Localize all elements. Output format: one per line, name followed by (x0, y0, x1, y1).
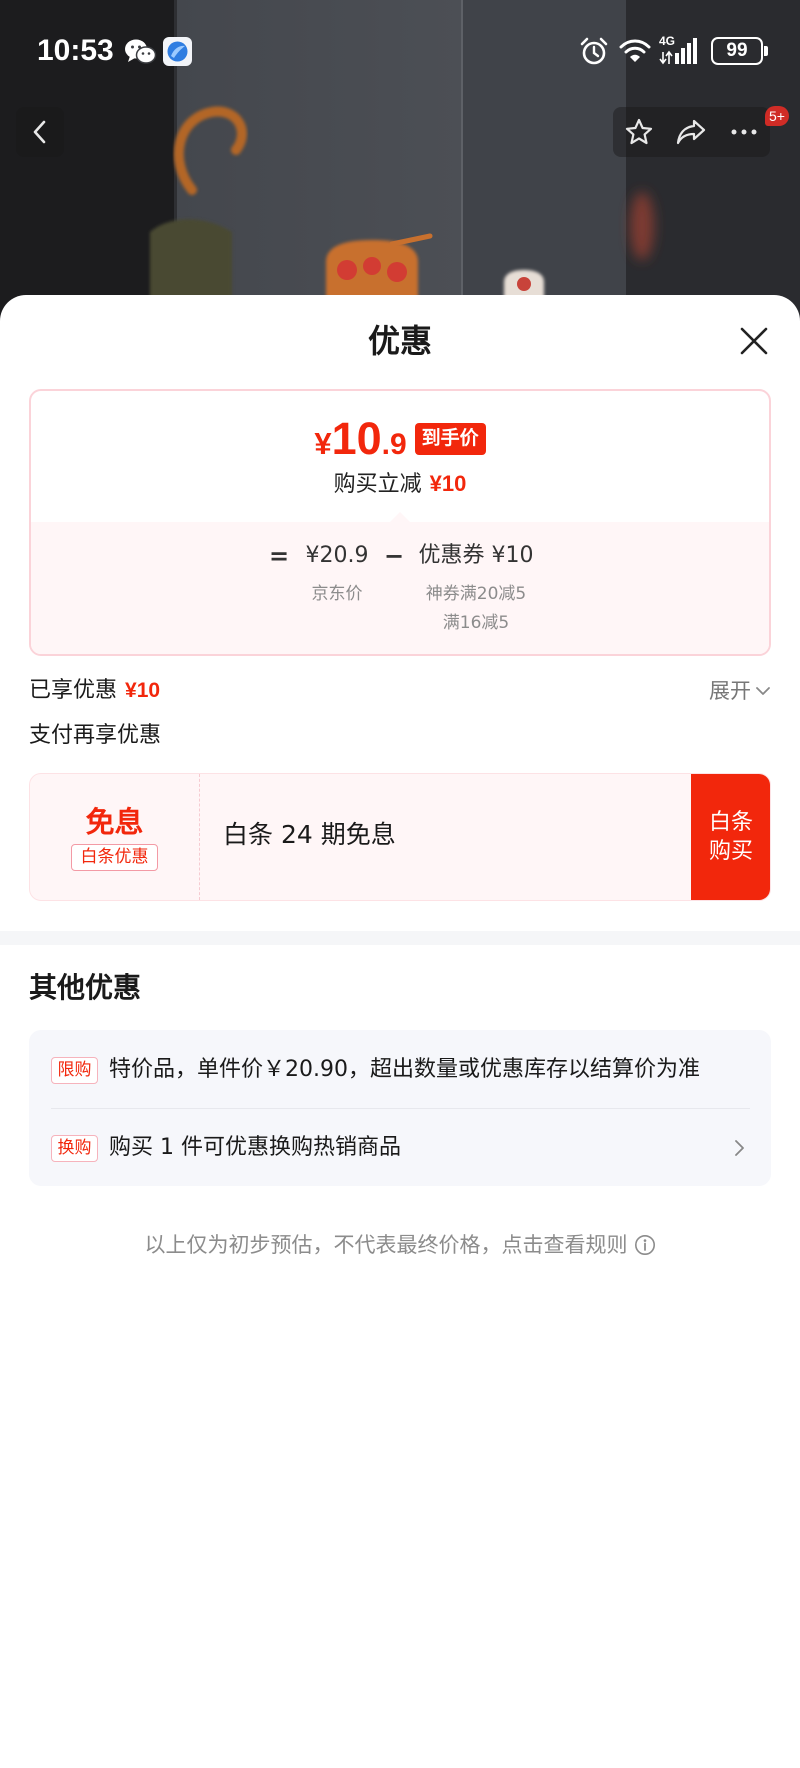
battery-icon: 99 (711, 37, 763, 65)
final-price: ¥ 10 .9 到手价 (31, 411, 769, 467)
enjoyed-discount-value: ¥10 (125, 679, 161, 702)
price-breakdown: = ¥20.9 京东价 − 优惠券 ¥10 神券满20减5 满16减5 (31, 512, 769, 654)
final-price-card: ¥ 10 .9 到手价 购买立减 ¥10 = ¥20.9 京东价 − 优惠券 ¥1… (29, 389, 771, 656)
top-action-group (613, 107, 770, 157)
coupon-rule: 神券满20减5 (425, 584, 527, 604)
offer-tag: 换购 (51, 1134, 98, 1162)
baitiao-buy-line1: 白条 (708, 810, 753, 835)
offer-text: 购买 1 件可优惠换购热销商品 (109, 1135, 401, 1160)
discount-sheet: 优惠 ¥ 10 .9 到手价 购买立减 ¥10 = ¥20.9 京东价 − 优惠… (0, 295, 800, 1768)
share-button[interactable] (665, 107, 717, 157)
enjoyed-discount-row: 已享优惠 ¥10 展开 (29, 676, 771, 706)
breakdown-notch (390, 512, 410, 522)
message-count-badge: 5+ (765, 106, 789, 126)
alarm-icon (579, 37, 609, 70)
back-button[interactable] (16, 107, 64, 157)
sheet-title: 优惠 (367, 322, 432, 360)
minus-sign: − (384, 542, 405, 570)
offer-text: 特价品，单件价￥20.90，超出数量或优惠库存以结算价为准 (109, 1057, 700, 1082)
battery-nub (764, 46, 768, 56)
expand-label: 展开 (709, 679, 751, 703)
final-price-tag: 到手价 (414, 423, 486, 455)
baitiao-divider (199, 774, 200, 900)
enjoyed-discount-label: 已享优惠 (29, 678, 118, 703)
other-offers-list: 限购 特价品，单件价￥20.90，超出数量或优惠库存以结算价为准 换购 购买 1… (29, 1030, 771, 1186)
offer-divider (51, 1108, 750, 1109)
coupon-column: 优惠券 ¥10 神券满20减5 满16减5 (406, 522, 546, 654)
other-offers-title: 其他优惠 (29, 971, 142, 1004)
baitiao-offer-card[interactable]: 免息 白条优惠 白条 24 期免息 白条 购买 (29, 773, 771, 901)
status-bar: 10:53 4G 99 (0, 0, 800, 100)
coupon-rule: 满16减5 (442, 613, 510, 633)
base-price-column: ¥20.9 京东价 (287, 522, 387, 654)
list-item[interactable]: 换购 购买 1 件可优惠换购热销商品 (51, 1133, 750, 1163)
more-icon (731, 129, 756, 135)
base-price-label: 京东价 (311, 584, 363, 604)
base-price: ¥20.9 (305, 543, 369, 568)
back-icon (33, 120, 46, 144)
browser-app-icon (163, 37, 192, 70)
more-button[interactable] (717, 107, 770, 157)
footer-note-text: 以上仅为初步预估，不代表最终价格，点击查看规则 (144, 1233, 628, 1257)
info-icon (634, 1235, 655, 1255)
coupon-amount: 优惠券 ¥10 (418, 543, 534, 568)
baitiao-buy-button[interactable]: 白条 购买 (691, 774, 770, 900)
status-time: 10:53 (37, 34, 114, 67)
instant-discount-label: 购买立减 (333, 472, 422, 497)
favorite-button[interactable] (613, 107, 665, 157)
list-item: 限购 特价品，单件价￥20.90，超出数量或优惠库存以结算价为准 (51, 1055, 751, 1085)
price-decimal: .9 (381, 428, 407, 461)
section-separator (0, 931, 800, 945)
app-root: 10:53 4G 99 5+ 优惠 ¥ 10 .9 到手价 购买立减 ¥10 =… (0, 0, 800, 1768)
instant-discount-value: ¥10 (429, 471, 467, 496)
signal-icon: 4G (659, 35, 699, 65)
equals-sign: = (269, 542, 290, 570)
baitiao-description: 白条 24 期免息 (223, 820, 396, 849)
payment-offers-title: 支付再享优惠 (29, 723, 162, 748)
pricing-rules-link[interactable]: 以上仅为初步预估，不代表最终价格，点击查看规则 (0, 1230, 800, 1260)
chevron-right-icon[interactable] (732, 1139, 746, 1157)
wifi-icon (619, 38, 651, 68)
chevron-down-icon (756, 687, 770, 695)
baitiao-headline: 免息 (85, 805, 144, 839)
wechat-icon (124, 38, 157, 70)
close-icon (740, 327, 768, 355)
baitiao-offer-highlight: 免息 白条优惠 (30, 774, 199, 900)
expand-toggle[interactable]: 展开 (709, 676, 771, 706)
close-button[interactable] (737, 324, 771, 358)
star-icon (625, 118, 653, 145)
baitiao-badge: 白条优惠 (71, 844, 158, 871)
baitiao-buy-line2: 购买 (708, 839, 753, 864)
price-currency: ¥ (314, 426, 332, 461)
instant-discount: 购买立减 ¥10 (31, 469, 769, 500)
offer-tag: 限购 (51, 1056, 98, 1084)
battery-level: 99 (726, 40, 748, 61)
price-integer: 10 (331, 413, 382, 464)
share-icon (676, 119, 706, 145)
